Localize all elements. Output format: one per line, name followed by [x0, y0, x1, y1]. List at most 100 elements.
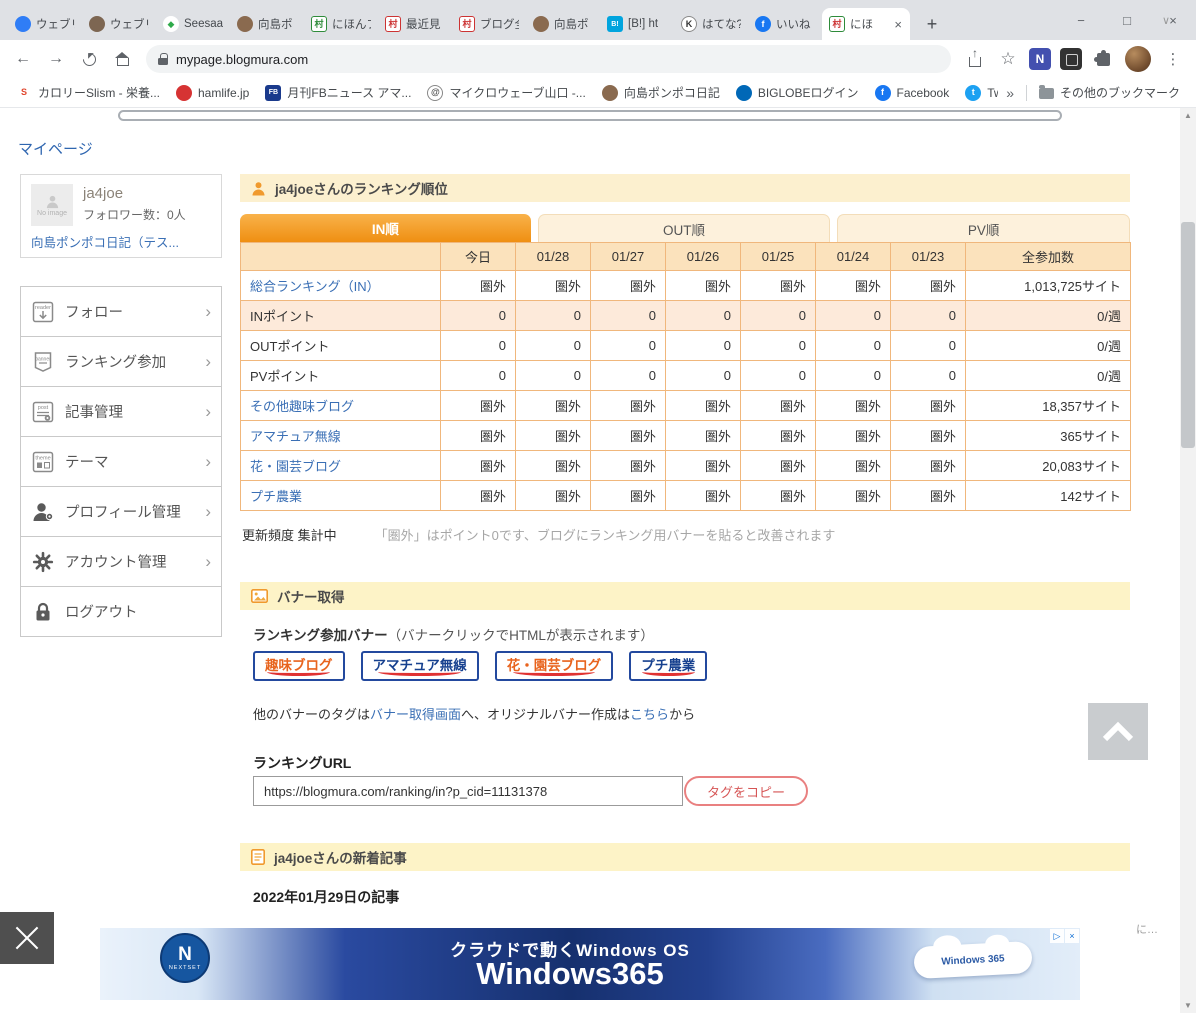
avatar-favicon	[533, 16, 549, 32]
sidebar-item[interactable]: banner ランキング参加 ›	[21, 337, 221, 387]
value-cell: 圏外	[515, 270, 591, 301]
browser-tab[interactable]: 村最近見	[378, 8, 452, 40]
bookmark-item[interactable]: FB 月刊FBニュース アマ...	[257, 81, 419, 105]
home-button[interactable]	[107, 44, 137, 74]
sidebar-item-label: アカウント管理	[65, 555, 167, 571]
new-tab-button[interactable]: +	[918, 10, 946, 38]
bookmark-item[interactable]: S カロリーSlism - 栄養...	[8, 81, 168, 105]
category-link[interactable]: 総合ランキング（IN）	[250, 279, 380, 294]
browser-tab[interactable]: 村にほんブ	[304, 8, 378, 40]
microwave-favicon: @	[427, 84, 444, 101]
scrollbar-down-arrow[interactable]: ▼	[1180, 1001, 1196, 1010]
total-cell: 1,013,725サイト	[965, 270, 1131, 301]
sidebar-item[interactable]: ログアウト	[21, 587, 221, 637]
category-link[interactable]: プチ農業	[250, 489, 302, 504]
ranking-banner[interactable]: 趣味ブログ	[253, 651, 345, 681]
post-manage-icon: post	[31, 400, 55, 424]
bookmark-item[interactable]: BIGLOBEログイン	[728, 81, 867, 105]
minimize-button[interactable]: −	[1058, 0, 1104, 40]
logo-letter: N	[178, 943, 192, 965]
ad-dismiss-button[interactable]	[0, 912, 54, 964]
tab-strip-tabs: ウェブリウェブリ◆Seesaa向島ポ村にほんブ村最近見村ブログ全向島ポB![B!…	[8, 8, 910, 40]
browser-tab[interactable]: K はてな?	[674, 8, 748, 40]
banner-page-link[interactable]: バナー取得画面	[370, 707, 461, 722]
ranking-banner[interactable]: 花・園芸ブログ	[494, 651, 614, 681]
total-cell: 18,357サイト	[965, 390, 1131, 421]
forward-button[interactable]: →	[41, 44, 71, 74]
browser-tab[interactable]: B! [B!] ht	[600, 8, 674, 40]
bookmark-star-button[interactable]: ☆	[993, 44, 1023, 74]
sidebar-item[interactable]: theme テーマ ›	[21, 437, 221, 487]
ranking-tab[interactable]: OUT順	[537, 214, 831, 242]
browser-tab[interactable]: ◆ Seesaa	[156, 8, 230, 40]
other-bookmarks-button[interactable]: その他のブックマーク	[1031, 81, 1188, 105]
bookmark-item[interactable]: t Twitter	[957, 81, 998, 105]
url-text: mypage.blogmura.com	[176, 51, 309, 67]
tab-list-chevron-icon[interactable]: ∨	[1146, 0, 1186, 40]
browser-tab[interactable]: 向島ポ	[230, 8, 304, 40]
browser-tab[interactable]: 向島ポ	[526, 8, 600, 40]
create-banner-link[interactable]: こちら	[630, 707, 669, 722]
bookmark-item[interactable]: hamlife.jp	[168, 81, 257, 105]
vertical-scrollbar[interactable]: ▲ ▼	[1180, 108, 1196, 1013]
scrollbar-up-arrow[interactable]: ▲	[1180, 111, 1196, 120]
value-cell: 圏外	[890, 270, 966, 301]
ad-close-icon[interactable]: ×	[1065, 929, 1079, 943]
note-extension-icon[interactable]: N	[1029, 48, 1051, 70]
browser-tab[interactable]: 村ブログ全	[452, 8, 526, 40]
sidebar-item-label: フォロー	[65, 305, 123, 321]
reload-button[interactable]	[74, 44, 104, 74]
back-button[interactable]: ←	[8, 44, 38, 74]
category-link[interactable]: その他趣味ブログ	[250, 399, 354, 414]
browser-profile-avatar[interactable]	[1125, 46, 1151, 72]
blog-link[interactable]: 向島ポンポコ日記（テス...	[31, 232, 179, 251]
sidebar-item[interactable]: プロフィール管理 ›	[21, 487, 221, 537]
extensions-puzzle-button[interactable]	[1088, 44, 1118, 74]
sidebar-item[interactable]: post 記事管理 ›	[21, 387, 221, 437]
bookmark-item[interactable]: @ マイクロウェーブ山口 -...	[419, 81, 593, 105]
bookmarks-overflow-button[interactable]: »	[998, 85, 1022, 101]
chevron-right-icon: ›	[205, 301, 211, 321]
share-button[interactable]	[960, 44, 990, 74]
ranking-tab[interactable]: PV順	[837, 214, 1131, 242]
table-row: INポイント 0 0 0 0 0 0 0 0/週	[240, 300, 1131, 331]
value-cell: 圏外	[665, 270, 741, 301]
adchoices-icon[interactable]: ▷	[1050, 929, 1064, 943]
ranking-banner[interactable]: アマチュア無線	[360, 651, 479, 681]
svg-text:banner: banner	[35, 356, 51, 362]
category-link[interactable]: アマチュア無線	[250, 429, 341, 444]
puzzle-icon	[1093, 49, 1110, 66]
value-cell: 0	[440, 300, 516, 331]
banner-tag-note: 他のバナーのタグはバナー取得画面へ、オリジナルバナー作成はこちらから	[253, 704, 695, 723]
browser-tab[interactable]: f いいね	[748, 8, 822, 40]
menu-kebab-button[interactable]: ⋮	[1158, 44, 1188, 74]
ranking-url-input[interactable]	[253, 776, 683, 806]
tab-close-icon[interactable]: ×	[893, 17, 903, 32]
bookmark-item[interactable]: f Facebook	[867, 81, 958, 105]
sidebar-item[interactable]: reader フォロー ›	[21, 287, 221, 337]
extension-icon[interactable]	[1060, 48, 1082, 70]
ranking-tab[interactable]: IN順	[240, 214, 531, 242]
bookmark-item[interactable]: 向島ポンポコ日記	[594, 81, 728, 105]
browser-tab[interactable]: 村にほ ×	[822, 8, 910, 40]
scroll-to-top-button[interactable]	[1088, 703, 1148, 760]
windows-cloud-graphic: Windows 365	[913, 940, 1033, 980]
maximize-button[interactable]: □	[1104, 0, 1150, 40]
logout-lock-icon	[31, 600, 55, 624]
browser-tab[interactable]: ウェブリ	[8, 8, 82, 40]
row-label-cell: OUTポイント	[240, 330, 441, 361]
ranking-url-label: ランキングURL	[253, 755, 352, 771]
chevron-right-icon: ›	[205, 551, 211, 571]
browser-tab[interactable]: ウェブリ	[82, 8, 156, 40]
ad-banner[interactable]: N NEXTSET クラウドで動くWindows OS Windows365 W…	[100, 928, 1080, 1000]
ranking-banner[interactable]: プチ農業	[629, 651, 708, 681]
category-link[interactable]: 花・園芸ブログ	[250, 459, 341, 474]
value-cell: 0	[590, 330, 666, 361]
scrollbar-thumb[interactable]	[1181, 222, 1195, 448]
address-bar[interactable]: mypage.blogmura.com	[146, 45, 951, 73]
logo-text: NEXTSET	[168, 964, 202, 971]
ranking-note: 「圏外」はポイント0です、ブログにランキング用バナーを貼ると改善されます	[374, 528, 836, 543]
copy-tag-button[interactable]: タグをコピー	[684, 776, 808, 806]
articles-section-header: ja4joeさんの新着記事	[240, 843, 1130, 871]
sidebar-item[interactable]: アカウント管理 ›	[21, 537, 221, 587]
